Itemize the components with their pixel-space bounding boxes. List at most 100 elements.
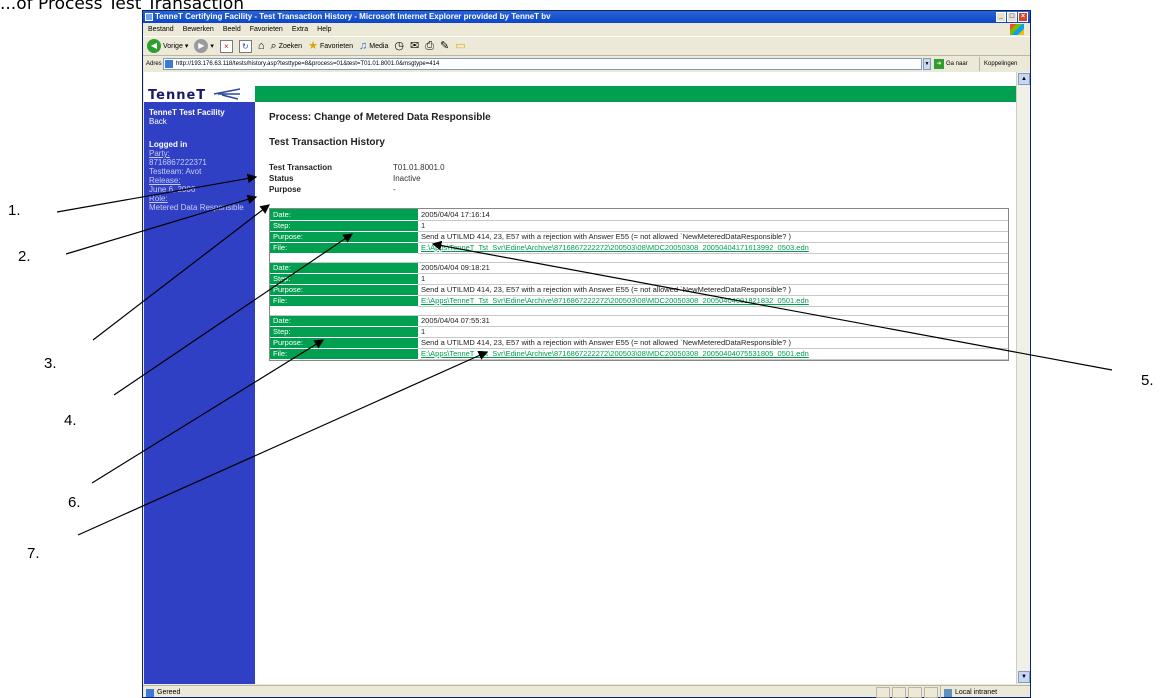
table-row: File: E:\Apps\TenneT_Tst_Svr\Edine\Archiv… [270,242,1008,254]
file-link[interactable]: E:\Apps\TenneT_Tst_Svr\Edine\Archive\871… [421,296,809,305]
close-button[interactable]: × [1018,12,1028,22]
tennet-logo-icon [213,88,241,100]
step-value: 1 [418,273,1008,285]
status-text: Gereed [157,689,181,696]
print-icon[interactable]: ⎙ [425,39,434,53]
menu-beeld[interactable]: Beeld [223,23,241,36]
table-row: Purpose: Send a UTILMD 414, 23, E57 with … [270,337,1008,349]
links-button[interactable]: Koppelingen [979,57,1017,71]
callout-6: 6. [68,494,81,511]
table-row: File: E:\Apps\TenneT_Tst_Svr\Edine\Archiv… [270,348,1008,360]
menu-bestand[interactable]: Bestand [148,23,174,36]
go-button[interactable]: ➜ Ga naar [934,57,968,71]
release-link[interactable]: Release: [149,176,250,185]
date-value: 2005/04/04 17:16:14 [418,209,1008,221]
logo-text: TenneT [148,88,207,103]
file-label: File: [270,348,418,360]
step-label: Step: [270,326,418,338]
info-label: Purpose [269,185,302,194]
scroll-up-button[interactable]: ▲ [1018,73,1030,85]
logged-in-heading: Logged in [149,140,188,149]
search-button[interactable]: ⌕ Zoeken [271,39,303,53]
sidebar: TenneT Test Facility Back Logged in Part… [144,102,255,684]
go-label: Ga naar [946,61,968,67]
info-row-purpose: Purpose - [269,184,1009,195]
table-row: Purpose: Send a UTILMD 414, 23, E57 with … [270,231,1008,243]
testteam-value: Testteam: Avot [149,167,202,176]
info-row-transaction: Test Transaction T01.01.8001.0 [269,162,1009,173]
sidebar-back-link[interactable]: Back [149,117,250,126]
window-controls: _ □ × [996,12,1028,22]
search-label: Zoeken [278,42,303,50]
go-arrow-icon: ➜ [934,59,944,69]
info-label: Test Transaction [269,163,332,172]
refresh-icon[interactable]: ↻ [238,39,252,53]
table-row: Date: 2005/04/04 17:16:14 [270,209,1008,221]
purpose-value: Send a UTILMD 414, 23, E57 with a reject… [418,231,1008,243]
party-value: 8716867222371 [149,158,207,167]
vertical-scrollbar[interactable]: ▲ ▼ [1016,72,1030,684]
table-row: File: E:\Apps\TenneT_Tst_Svr\Edine\Archiv… [270,295,1008,307]
maximize-button[interactable]: □ [1007,12,1017,22]
star-icon: ★ [308,40,318,52]
party-link[interactable]: Party: [149,149,250,158]
file-link[interactable]: E:\Apps\TenneT_Tst_Svr\Edine\Archive\871… [421,243,809,252]
date-value: 2005/04/04 07:55:31 [418,315,1008,327]
role-value: Metered Data Responsible [149,203,244,212]
minimize-button[interactable]: _ [996,12,1006,22]
date-label: Date: [270,315,418,327]
page-content: TenneT TenneT Test Facility Back Logged … [144,72,1016,684]
status-bar: Gereed Local intranet [143,685,1030,698]
media-label: Media [369,42,389,50]
separator-row [270,306,1008,316]
callout-3: 3. [44,355,57,372]
edit-icon[interactable]: ✎ [440,39,449,53]
title-bar: TenneT Certifying Facility - Test Transa… [143,11,1030,23]
forward-button[interactable]: ▶ ▾ [194,39,214,53]
home-icon[interactable]: ⌂ [258,39,265,53]
intranet-icon [944,689,952,697]
address-bar: Adres http://193.176.63.118/tests/histor… [143,57,1030,71]
history-table: Date: 2005/04/04 17:16:14 Step: 1 Purpose:… [269,208,1009,361]
address-dropdown-button[interactable]: ▼ [923,58,931,70]
step-label: Step: [270,273,418,285]
callout-4: 4. [64,412,77,429]
info-value: - [393,185,396,194]
history-icon[interactable]: ◷ [394,39,404,53]
menu-favorieten[interactable]: Favorieten [250,23,283,36]
chevron-down-icon: ▾ [210,43,214,50]
search-icon: ⌕ [270,40,277,52]
page-icon [146,689,154,697]
menu-bewerken[interactable]: Bewerken [183,23,214,36]
favorites-label: Favorieten [319,42,354,50]
status-cell [924,687,938,698]
file-label: File: [270,295,418,307]
windows-logo-icon [1010,24,1024,35]
scroll-down-button[interactable]: ▼ [1018,671,1030,683]
favorites-button[interactable]: ★ Favorieten [308,39,353,53]
callout-1: 1. [8,202,21,219]
stop-icon[interactable]: × [219,39,233,53]
file-link[interactable]: E:\Apps\TenneT_Tst_Svr\Edine\Archive\871… [421,349,809,358]
media-button[interactable]: ♫ Media [359,39,388,53]
annotated-screenshot: { "page_heading_partial": "...of Process… [0,0,1164,698]
step-value: 1 [418,326,1008,338]
separator-row [270,253,1008,263]
mail-icon[interactable]: ✉ [410,39,419,53]
step-value: 1 [418,220,1008,232]
table-row: Step: 1 [270,273,1008,285]
file-label: File: [270,242,418,254]
back-button[interactable]: ◀ Vorige ▾ [147,39,188,53]
table-row: Date: 2005/04/04 09:18:21 [270,262,1008,274]
role-link[interactable]: Role: [149,194,250,203]
forward-arrow-icon: ▶ [194,39,209,53]
sidebar-title: TenneT Test Facility [149,108,225,117]
menu-extra[interactable]: Extra [292,23,308,36]
folder-icon[interactable]: ▭ [455,39,465,53]
menu-help[interactable]: Help [317,23,331,36]
table-row: Step: 1 [270,220,1008,232]
release-value: June 6, 2006 [149,185,196,194]
address-input[interactable]: http://193.176.63.118/tests/history.asp?… [163,58,922,70]
info-row-status: Status Inactive [269,173,1009,184]
info-value: Inactive [393,174,421,183]
